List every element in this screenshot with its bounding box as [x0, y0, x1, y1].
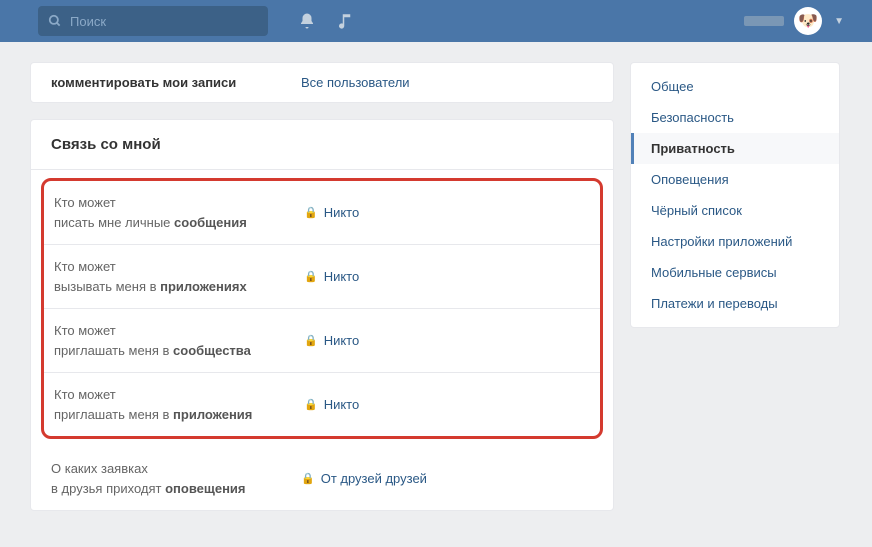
setting-value[interactable]: 🔒Никто [304, 333, 359, 348]
notifications-icon[interactable] [298, 12, 316, 30]
prev-setting-row: комментировать мои записи Все пользовате… [31, 63, 613, 102]
setting-value[interactable]: 🔒Никто [304, 397, 359, 412]
username-placeholder [744, 16, 784, 26]
setting-value[interactable]: 🔒Никто [304, 269, 359, 284]
setting-label: Кто можетприглашать меня в приложения [54, 385, 304, 424]
sidebar-item[interactable]: Приватность [631, 133, 839, 164]
setting-row: Кто можетприглашать меня в сообщества🔒Ни… [44, 308, 600, 372]
lock-icon: 🔒 [304, 206, 318, 219]
contact-section-card: Связь со мной Кто можетписать мне личные… [30, 119, 614, 511]
outside-setting-value[interactable]: 🔒 От друзей друзей [301, 471, 427, 486]
avatar[interactable]: 🐶 [794, 7, 822, 35]
sidebar: ОбщееБезопасностьПриватностьОповещенияЧё… [630, 62, 840, 527]
prev-setting-value[interactable]: Все пользователи [301, 75, 410, 90]
outside-setting-row: О каких заявках в друзья приходят оповещ… [31, 447, 613, 510]
setting-row: Кто можетписать мне личные сообщения🔒Ник… [44, 181, 600, 244]
main-content: комментировать мои записи Все пользовате… [30, 62, 614, 527]
setting-label: Кто можетприглашать меня в сообщества [54, 321, 304, 360]
sidebar-item[interactable]: Платежи и переводы [631, 288, 839, 319]
top-bar: 🐶 ▼ [0, 0, 872, 42]
search-icon [48, 14, 62, 28]
music-icon[interactable] [336, 12, 354, 30]
sidebar-item[interactable]: Безопасность [631, 102, 839, 133]
search-input[interactable] [70, 14, 258, 29]
chevron-down-icon[interactable]: ▼ [834, 16, 844, 27]
sidebar-item[interactable]: Настройки приложений [631, 226, 839, 257]
section-title: Связь со мной [31, 120, 613, 170]
setting-value[interactable]: 🔒Никто [304, 205, 359, 220]
sidebar-item[interactable]: Общее [631, 71, 839, 102]
setting-row: Кто можетприглашать меня в приложения🔒Ни… [44, 372, 600, 436]
sidebar-item[interactable]: Оповещения [631, 164, 839, 195]
search-box[interactable] [38, 6, 268, 36]
lock-icon: 🔒 [304, 334, 318, 347]
highlight-box: Кто можетписать мне личные сообщения🔒Ник… [41, 178, 603, 439]
lock-icon: 🔒 [304, 270, 318, 283]
setting-label: Кто можетписать мне личные сообщения [54, 193, 304, 232]
lock-icon: 🔒 [304, 398, 318, 411]
container: комментировать мои записи Все пользовате… [0, 42, 870, 547]
top-icons [298, 12, 354, 30]
lock-icon: 🔒 [301, 472, 315, 485]
setting-row: Кто можетвызывать меня в приложениях🔒Ник… [44, 244, 600, 308]
setting-label: Кто можетвызывать меня в приложениях [54, 257, 304, 296]
prev-section-card: комментировать мои записи Все пользовате… [30, 62, 614, 103]
top-right: 🐶 ▼ [744, 7, 864, 35]
sidebar-card: ОбщееБезопасностьПриватностьОповещенияЧё… [630, 62, 840, 328]
prev-setting-label: комментировать мои записи [51, 75, 301, 90]
sidebar-item[interactable]: Мобильные сервисы [631, 257, 839, 288]
sidebar-item[interactable]: Чёрный список [631, 195, 839, 226]
outside-setting-label: О каких заявках в друзья приходят оповещ… [51, 459, 301, 498]
